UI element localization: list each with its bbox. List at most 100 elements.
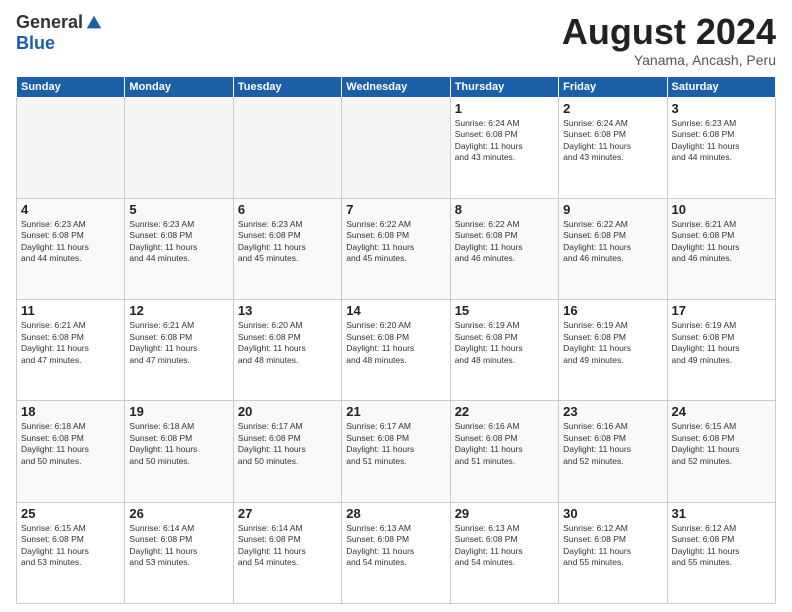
calendar-cell: 8Sunrise: 6:22 AM Sunset: 6:08 PM Daylig… xyxy=(450,198,558,299)
day-number: 18 xyxy=(21,404,120,419)
calendar-cell: 4Sunrise: 6:23 AM Sunset: 6:08 PM Daylig… xyxy=(17,198,125,299)
day-info: Sunrise: 6:24 AM Sunset: 6:08 PM Dayligh… xyxy=(563,118,662,164)
header: General Blue August 2024 Yanama, Ancash,… xyxy=(16,12,776,68)
calendar-week-row: 1 Sunrise: 6:24 AM Sunset: 6:08 PM Daylig… xyxy=(17,97,776,198)
day-number: 22 xyxy=(455,404,554,419)
day-info: Sunrise: 6:20 AM Sunset: 6:08 PM Dayligh… xyxy=(346,320,445,366)
day-info: Sunrise: 6:23 AM Sunset: 6:08 PM Dayligh… xyxy=(672,118,771,164)
day-info: Sunrise: 6:18 AM Sunset: 6:08 PM Dayligh… xyxy=(21,421,120,467)
day-number: 5 xyxy=(129,202,228,217)
calendar-header-row: SundayMondayTuesdayWednesdayThursdayFrid… xyxy=(17,76,776,97)
weekday-header-tuesday: Tuesday xyxy=(233,76,341,97)
day-info: Sunrise: 6:18 AM Sunset: 6:08 PM Dayligh… xyxy=(129,421,228,467)
day-number: 26 xyxy=(129,506,228,521)
day-info: Sunrise: 6:21 AM Sunset: 6:08 PM Dayligh… xyxy=(21,320,120,366)
calendar-cell: 2 Sunrise: 6:24 AM Sunset: 6:08 PM Daylig… xyxy=(559,97,667,198)
calendar-subtitle: Yanama, Ancash, Peru xyxy=(562,52,776,68)
day-number: 27 xyxy=(238,506,337,521)
calendar-table: SundayMondayTuesdayWednesdayThursdayFrid… xyxy=(16,76,776,604)
day-number: 1 xyxy=(455,101,554,116)
calendar-cell xyxy=(125,97,233,198)
day-info: Sunrise: 6:22 AM Sunset: 6:08 PM Dayligh… xyxy=(563,219,662,265)
day-number: 13 xyxy=(238,303,337,318)
calendar-cell: 6 Sunrise: 6:23 AM Sunset: 6:08 PM Daylig… xyxy=(233,198,341,299)
calendar-cell: 17 Sunrise: 6:19 AM Sunset: 6:08 PM Dayli… xyxy=(667,300,775,401)
day-number: 14 xyxy=(346,303,445,318)
day-number: 31 xyxy=(672,506,771,521)
day-info: Sunrise: 6:22 AM Sunset: 6:08 PM Dayligh… xyxy=(346,219,445,265)
calendar-cell xyxy=(17,97,125,198)
day-number: 17 xyxy=(672,303,771,318)
calendar-cell: 22 Sunrise: 6:16 AM Sunset: 6:08 PM Dayli… xyxy=(450,401,558,502)
day-info: Sunrise: 6:19 AM Sunset: 6:08 PM Dayligh… xyxy=(672,320,771,366)
day-number: 28 xyxy=(346,506,445,521)
calendar-cell: 1 Sunrise: 6:24 AM Sunset: 6:08 PM Daylig… xyxy=(450,97,558,198)
day-number: 23 xyxy=(563,404,662,419)
calendar-cell: 29 Sunrise: 6:13 AM Sunset: 6:08 PM Dayli… xyxy=(450,502,558,603)
calendar-cell: 21Sunrise: 6:17 AM Sunset: 6:08 PM Dayli… xyxy=(342,401,450,502)
day-info: Sunrise: 6:24 AM Sunset: 6:08 PM Dayligh… xyxy=(455,118,554,164)
weekday-header-wednesday: Wednesday xyxy=(342,76,450,97)
weekday-header-thursday: Thursday xyxy=(450,76,558,97)
day-number: 6 xyxy=(238,202,337,217)
weekday-header-sunday: Sunday xyxy=(17,76,125,97)
day-number: 29 xyxy=(455,506,554,521)
logo: General Blue xyxy=(16,12,103,54)
calendar-cell: 30 Sunrise: 6:12 AM Sunset: 6:08 PM Dayli… xyxy=(559,502,667,603)
calendar-cell: 27 Sunrise: 6:14 AM Sunset: 6:08 PM Dayli… xyxy=(233,502,341,603)
calendar-cell: 18 Sunrise: 6:18 AM Sunset: 6:08 PM Dayli… xyxy=(17,401,125,502)
day-info: Sunrise: 6:14 AM Sunset: 6:08 PM Dayligh… xyxy=(129,523,228,569)
day-number: 10 xyxy=(672,202,771,217)
day-number: 3 xyxy=(672,101,771,116)
weekday-header-saturday: Saturday xyxy=(667,76,775,97)
calendar-cell: 23 Sunrise: 6:16 AM Sunset: 6:08 PM Dayli… xyxy=(559,401,667,502)
day-info: Sunrise: 6:20 AM Sunset: 6:08 PM Dayligh… xyxy=(238,320,337,366)
logo-icon xyxy=(85,14,103,32)
day-number: 2 xyxy=(563,101,662,116)
calendar-cell: 20Sunrise: 6:17 AM Sunset: 6:08 PM Dayli… xyxy=(233,401,341,502)
day-info: Sunrise: 6:12 AM Sunset: 6:08 PM Dayligh… xyxy=(563,523,662,569)
calendar-cell: 11 Sunrise: 6:21 AM Sunset: 6:08 PM Dayli… xyxy=(17,300,125,401)
day-info: Sunrise: 6:23 AM Sunset: 6:08 PM Dayligh… xyxy=(238,219,337,265)
calendar-cell: 13 Sunrise: 6:20 AM Sunset: 6:08 PM Dayli… xyxy=(233,300,341,401)
calendar-cell: 3 Sunrise: 6:23 AM Sunset: 6:08 PM Daylig… xyxy=(667,97,775,198)
day-info: Sunrise: 6:16 AM Sunset: 6:08 PM Dayligh… xyxy=(455,421,554,467)
calendar-cell: 12Sunrise: 6:21 AM Sunset: 6:08 PM Dayli… xyxy=(125,300,233,401)
day-number: 16 xyxy=(563,303,662,318)
day-info: Sunrise: 6:13 AM Sunset: 6:08 PM Dayligh… xyxy=(346,523,445,569)
day-number: 20 xyxy=(238,404,337,419)
day-info: Sunrise: 6:23 AM Sunset: 6:08 PM Dayligh… xyxy=(129,219,228,265)
day-number: 9 xyxy=(563,202,662,217)
day-number: 25 xyxy=(21,506,120,521)
day-info: Sunrise: 6:22 AM Sunset: 6:08 PM Dayligh… xyxy=(455,219,554,265)
calendar-cell: 28 Sunrise: 6:13 AM Sunset: 6:08 PM Dayli… xyxy=(342,502,450,603)
day-info: Sunrise: 6:15 AM Sunset: 6:08 PM Dayligh… xyxy=(21,523,120,569)
day-number: 21 xyxy=(346,404,445,419)
calendar-cell: 14 Sunrise: 6:20 AM Sunset: 6:08 PM Dayli… xyxy=(342,300,450,401)
day-number: 24 xyxy=(672,404,771,419)
calendar-title: August 2024 xyxy=(562,12,776,52)
calendar-week-row: 18 Sunrise: 6:18 AM Sunset: 6:08 PM Dayli… xyxy=(17,401,776,502)
calendar-week-row: 11 Sunrise: 6:21 AM Sunset: 6:08 PM Dayli… xyxy=(17,300,776,401)
day-number: 11 xyxy=(21,303,120,318)
day-number: 4 xyxy=(21,202,120,217)
day-number: 15 xyxy=(455,303,554,318)
logo-blue-text: Blue xyxy=(16,33,55,54)
calendar-cell: 7Sunrise: 6:22 AM Sunset: 6:08 PM Daylig… xyxy=(342,198,450,299)
day-info: Sunrise: 6:14 AM Sunset: 6:08 PM Dayligh… xyxy=(238,523,337,569)
calendar-cell: 9 Sunrise: 6:22 AM Sunset: 6:08 PM Daylig… xyxy=(559,198,667,299)
day-number: 30 xyxy=(563,506,662,521)
title-area: August 2024 Yanama, Ancash, Peru xyxy=(562,12,776,68)
calendar-cell xyxy=(233,97,341,198)
calendar-week-row: 4 Sunrise: 6:23 AM Sunset: 6:08 PM Daylig… xyxy=(17,198,776,299)
day-number: 19 xyxy=(129,404,228,419)
day-info: Sunrise: 6:13 AM Sunset: 6:08 PM Dayligh… xyxy=(455,523,554,569)
day-info: Sunrise: 6:21 AM Sunset: 6:08 PM Dayligh… xyxy=(129,320,228,366)
page: General Blue August 2024 Yanama, Ancash,… xyxy=(0,0,792,612)
day-info: Sunrise: 6:19 AM Sunset: 6:08 PM Dayligh… xyxy=(563,320,662,366)
calendar-cell: 19 Sunrise: 6:18 AM Sunset: 6:08 PM Dayli… xyxy=(125,401,233,502)
day-info: Sunrise: 6:16 AM Sunset: 6:08 PM Dayligh… xyxy=(563,421,662,467)
weekday-header-monday: Monday xyxy=(125,76,233,97)
calendar-cell: 10Sunrise: 6:21 AM Sunset: 6:08 PM Dayli… xyxy=(667,198,775,299)
calendar-cell xyxy=(342,97,450,198)
